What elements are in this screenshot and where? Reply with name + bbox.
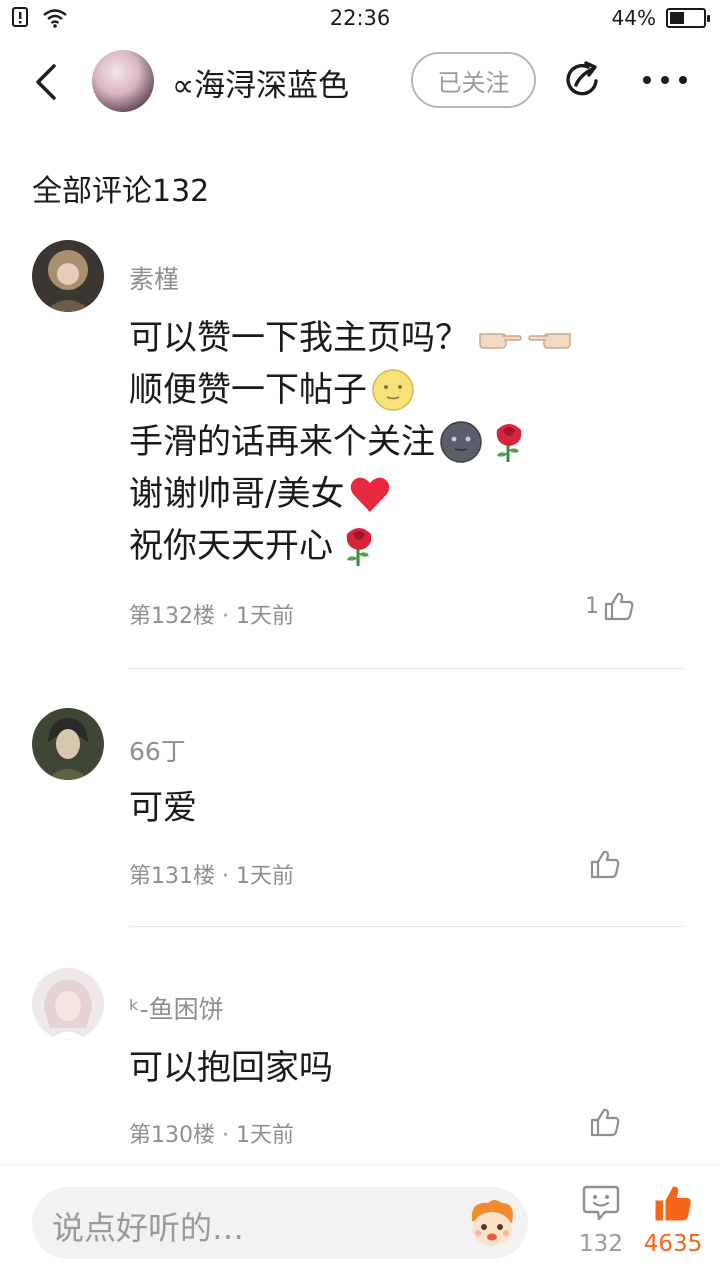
avatar-image xyxy=(32,968,104,1040)
comment-divider xyxy=(129,668,684,669)
chevron-left-icon xyxy=(36,64,56,100)
new-moon-face-icon xyxy=(440,421,482,463)
comment-divider xyxy=(129,926,684,927)
comment-floor-time: 第132楼 · 1天前 xyxy=(129,604,294,629)
rose-icon xyxy=(496,424,522,462)
comment-input-placeholder: 说点好听的… xyxy=(52,1209,245,1247)
avatar-image xyxy=(32,240,104,312)
comment-line: 谢谢帅哥/美女 xyxy=(129,474,345,514)
all-comments-title: 全部评论132 xyxy=(32,174,210,209)
author-name[interactable]: ∝海浔深蓝色 xyxy=(172,60,349,105)
author-avatar[interactable] xyxy=(92,50,154,112)
comment-count-button[interactable]: 132 xyxy=(576,1183,626,1269)
commenter-name[interactable]: 66丁 xyxy=(129,732,186,768)
thumbs-up-icon xyxy=(604,592,634,621)
battery-level xyxy=(670,12,685,24)
pointing-right-hand-icon xyxy=(479,333,522,349)
back-button[interactable] xyxy=(28,60,68,104)
comment-text: 可以抱回家吗 xyxy=(129,1042,333,1094)
thumbs-up-icon xyxy=(590,850,620,879)
top-nav-bar: ∝海浔深蓝色 已关注 xyxy=(0,38,720,124)
avatar-image xyxy=(32,708,104,780)
comment-input[interactable]: 说点好听的… xyxy=(32,1187,528,1259)
comment-line: 手滑的话再来个关注 xyxy=(129,422,435,462)
commenter-name[interactable]: 素槿 xyxy=(129,260,179,296)
comment-line: 可以赞一下我主页吗？ xyxy=(129,318,469,358)
commenter-avatar[interactable] xyxy=(32,708,104,780)
full-moon-face-icon xyxy=(372,369,414,411)
battery-percent: 44% xyxy=(611,6,656,30)
comment-line: 可爱 xyxy=(129,788,197,828)
commenter-name[interactable]: ᵏ-鱼困饼 xyxy=(129,990,224,1026)
share-button[interactable] xyxy=(562,59,604,101)
comment-text: 可以赞一下我主页吗？ 顺便赞一下帖子 手滑的话再来个关注 谢谢帅哥/美女 祝你天… xyxy=(129,312,577,572)
thumbs-up-icon xyxy=(590,1108,620,1137)
mascot-emoji-icon[interactable] xyxy=(464,1195,520,1251)
status-bar: 22:36 44% xyxy=(0,0,720,38)
comment-total-count: 132 xyxy=(579,1231,623,1257)
post-like-count: 4635 xyxy=(643,1231,703,1257)
more-options-button[interactable] xyxy=(640,60,690,100)
more-dots-icon xyxy=(643,76,687,84)
comment-like-button[interactable]: 1 xyxy=(585,590,635,622)
comment-like-count: 1 xyxy=(585,593,599,619)
comment-like-button[interactable] xyxy=(585,1106,621,1138)
bottom-action-bar: 说点好听的… 132 4635 xyxy=(0,1164,720,1280)
red-heart-icon xyxy=(351,477,390,512)
post-like-button[interactable]: 4635 xyxy=(640,1183,706,1269)
comment-line: 祝你天天开心 xyxy=(129,526,333,566)
comment-like-button[interactable] xyxy=(585,848,621,880)
commenter-avatar[interactable] xyxy=(32,240,104,312)
comment-bubble-icon xyxy=(582,1185,620,1221)
thumbs-up-filled-icon xyxy=(655,1186,691,1221)
comment-line: 顺便赞一下帖子 xyxy=(129,370,367,410)
comment-text: 可爱 xyxy=(129,782,197,834)
pointing-left-hand-icon xyxy=(528,333,571,349)
follow-button[interactable]: 已关注 xyxy=(411,52,536,108)
rose-icon xyxy=(346,528,372,566)
commenter-avatar[interactable] xyxy=(32,968,104,1040)
comment-floor-time: 第130楼 · 1天前 xyxy=(129,1123,294,1148)
comment-floor-time: 第131楼 · 1天前 xyxy=(129,864,294,889)
battery-icon xyxy=(666,8,710,28)
comment-line: 可以抱回家吗 xyxy=(129,1048,333,1088)
share-icon xyxy=(566,61,598,96)
